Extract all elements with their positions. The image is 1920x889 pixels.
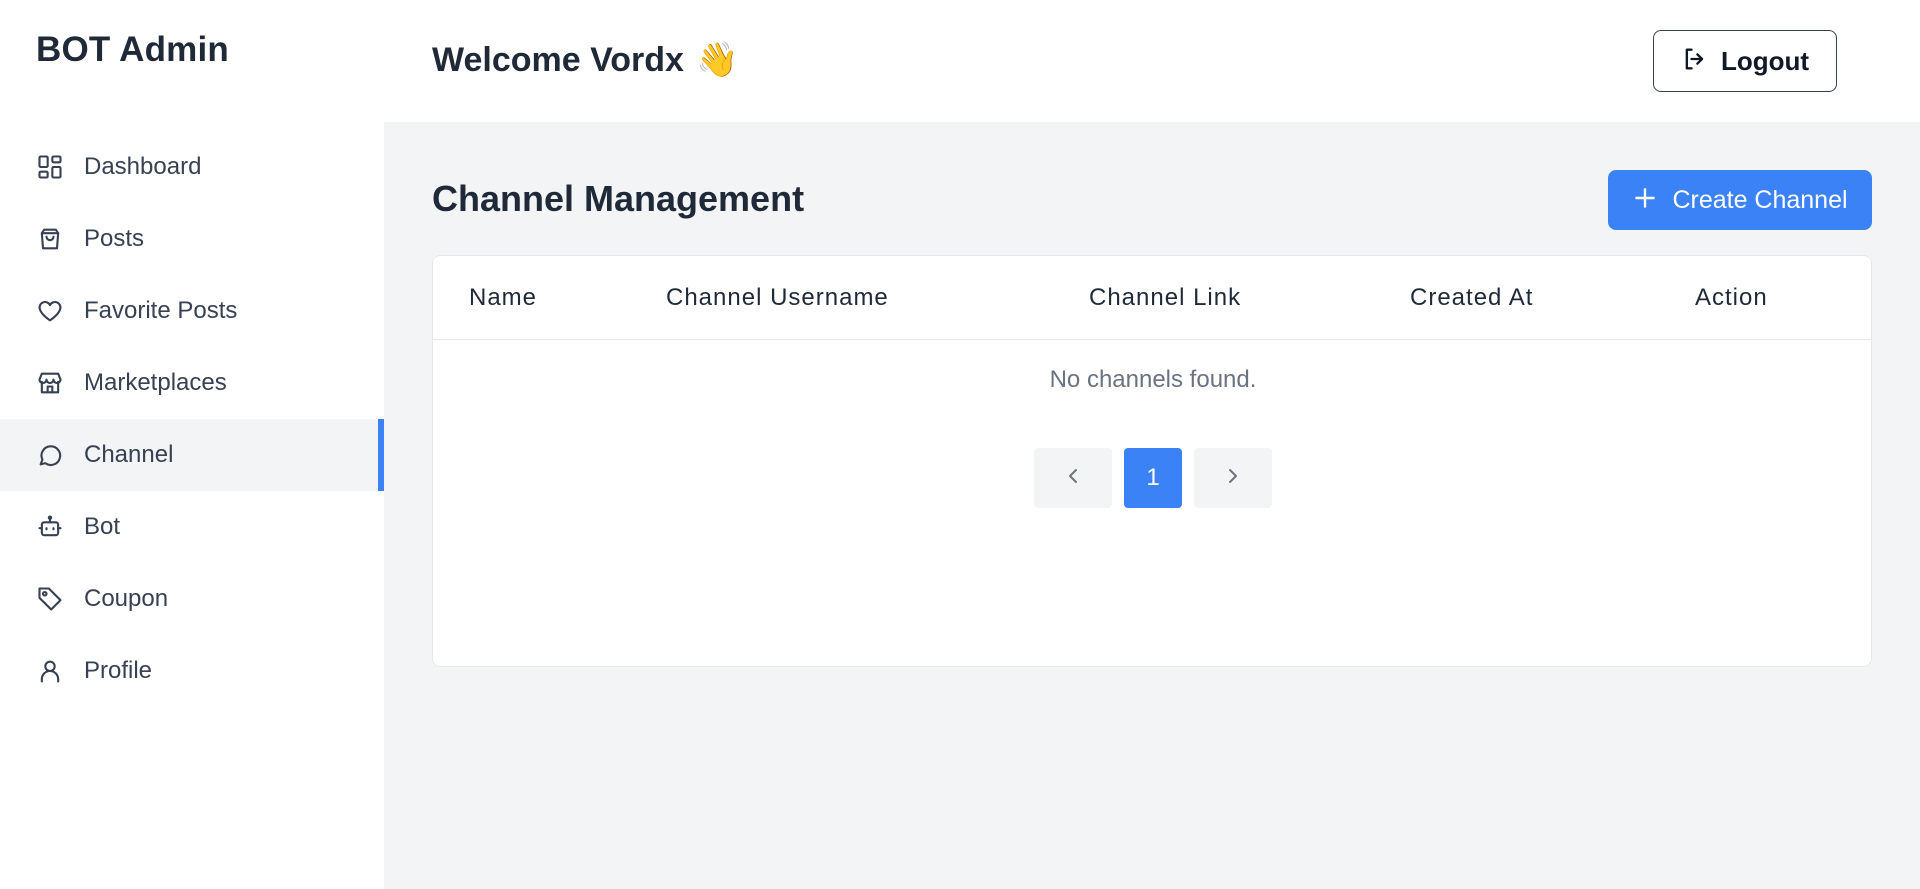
heart-icon [36, 297, 64, 325]
column-header-name[interactable]: Name [469, 256, 537, 340]
sidebar-item-label: Coupon [84, 585, 169, 612]
sidebar: BOT Admin Dashboard Posts Favorite Posts [0, 0, 384, 889]
bot-icon [36, 513, 64, 541]
sidebar-item-label: Channel [84, 441, 174, 468]
sidebar-item-coupon[interactable]: Coupon [0, 563, 384, 635]
table-header: Name Channel Username Channel Link Creat… [433, 256, 1871, 340]
logout-icon [1681, 45, 1709, 78]
brand-title: BOT Admin [36, 30, 229, 69]
pagination: 1 [433, 448, 1873, 508]
sidebar-item-profile[interactable]: Profile [0, 635, 384, 707]
chevron-left-icon [1061, 464, 1085, 493]
main-area: Welcome Vordx 👋 Logout Channel Managemen… [384, 0, 1920, 889]
plus-icon [1632, 185, 1658, 216]
sidebar-item-label: Posts [84, 225, 145, 252]
top-bar: Welcome Vordx 👋 Logout [384, 0, 1920, 122]
column-header-channel-username[interactable]: Channel Username [666, 256, 889, 340]
sidebar-item-label: Bot [84, 513, 121, 540]
chevron-right-icon [1221, 464, 1245, 493]
user-icon [36, 657, 64, 685]
welcome-heading: Welcome Vordx 👋 [432, 40, 738, 80]
sidebar-item-bot[interactable]: Bot [0, 491, 384, 563]
store-icon [36, 369, 64, 397]
logout-label: Logout [1720, 45, 1810, 76]
column-header-created-at[interactable]: Created At [1410, 256, 1533, 340]
sidebar-item-dashboard[interactable]: Dashboard [0, 131, 384, 203]
column-header-channel-link[interactable]: Channel Link [1089, 256, 1241, 340]
content-area: Channel Management Create Channel Name C… [384, 122, 1920, 889]
page-title: Channel Management [432, 178, 805, 219]
sidebar-item-label: Marketplaces [84, 369, 227, 396]
sidebar-item-label: Favorite Posts [84, 297, 238, 324]
channels-table-card: Name Channel Username Channel Link Creat… [432, 255, 1872, 667]
welcome-text: Welcome Vordx [432, 40, 684, 79]
sidebar-nav: Dashboard Posts Favorite Posts Marketpla… [0, 131, 384, 707]
dashboard-icon [36, 153, 64, 181]
logout-button[interactable]: Logout [1653, 30, 1837, 92]
sidebar-item-marketplaces[interactable]: Marketplaces [0, 347, 384, 419]
sidebar-item-posts[interactable]: Posts [0, 203, 384, 275]
column-header-action[interactable]: Action [1695, 256, 1768, 340]
create-channel-button[interactable]: Create Channel [1608, 170, 1872, 230]
sidebar-item-label: Dashboard [84, 153, 202, 180]
empty-state-text: No channels found. [1049, 366, 1257, 393]
app-root: BOT Admin Dashboard Posts Favorite Posts [0, 0, 1920, 889]
page-number-button[interactable]: 1 [1124, 448, 1182, 508]
previous-page-button[interactable] [1034, 448, 1112, 508]
next-page-button[interactable] [1194, 448, 1272, 508]
sidebar-item-label: Profile [84, 657, 153, 684]
chat-bubble-icon [36, 441, 64, 469]
sidebar-item-favorite-posts[interactable]: Favorite Posts [0, 275, 384, 347]
create-channel-label: Create Channel [1672, 185, 1848, 214]
shopping-bag-icon [36, 225, 64, 253]
tag-icon [36, 585, 64, 613]
wave-emoji: 👋 [695, 41, 739, 79]
sidebar-item-channel[interactable]: Channel [0, 419, 384, 491]
